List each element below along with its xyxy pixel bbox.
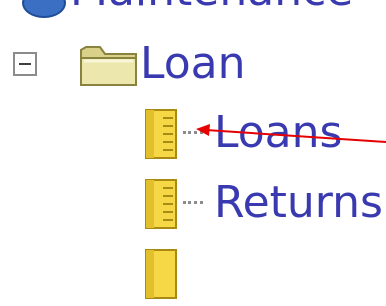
- tree-item-partial[interactable]: [0, 244, 386, 306]
- folder-icon: [80, 46, 137, 86]
- globe-icon: [22, 0, 66, 18]
- document-icon: [145, 249, 177, 299]
- tree-view: Maintenance Loan Loans: [0, 0, 386, 299]
- document-icon: [145, 109, 177, 159]
- document-icon: [145, 179, 177, 229]
- tree-connector: [183, 131, 203, 134]
- tree-item-returns-label: Returns: [214, 177, 383, 228]
- tree-item-loans[interactable]: Loans: [0, 104, 386, 166]
- tree-item-loan[interactable]: Loan: [0, 36, 386, 92]
- tree-item-top-label: Maintenance: [70, 0, 353, 16]
- tree-item-loan-label: Loan: [140, 38, 246, 89]
- tree-connector: [183, 201, 203, 204]
- tree-item-returns[interactable]: Returns: [0, 174, 386, 236]
- collapse-toggle-icon[interactable]: [13, 52, 37, 76]
- tree-item-loans-label: Loans: [214, 107, 343, 158]
